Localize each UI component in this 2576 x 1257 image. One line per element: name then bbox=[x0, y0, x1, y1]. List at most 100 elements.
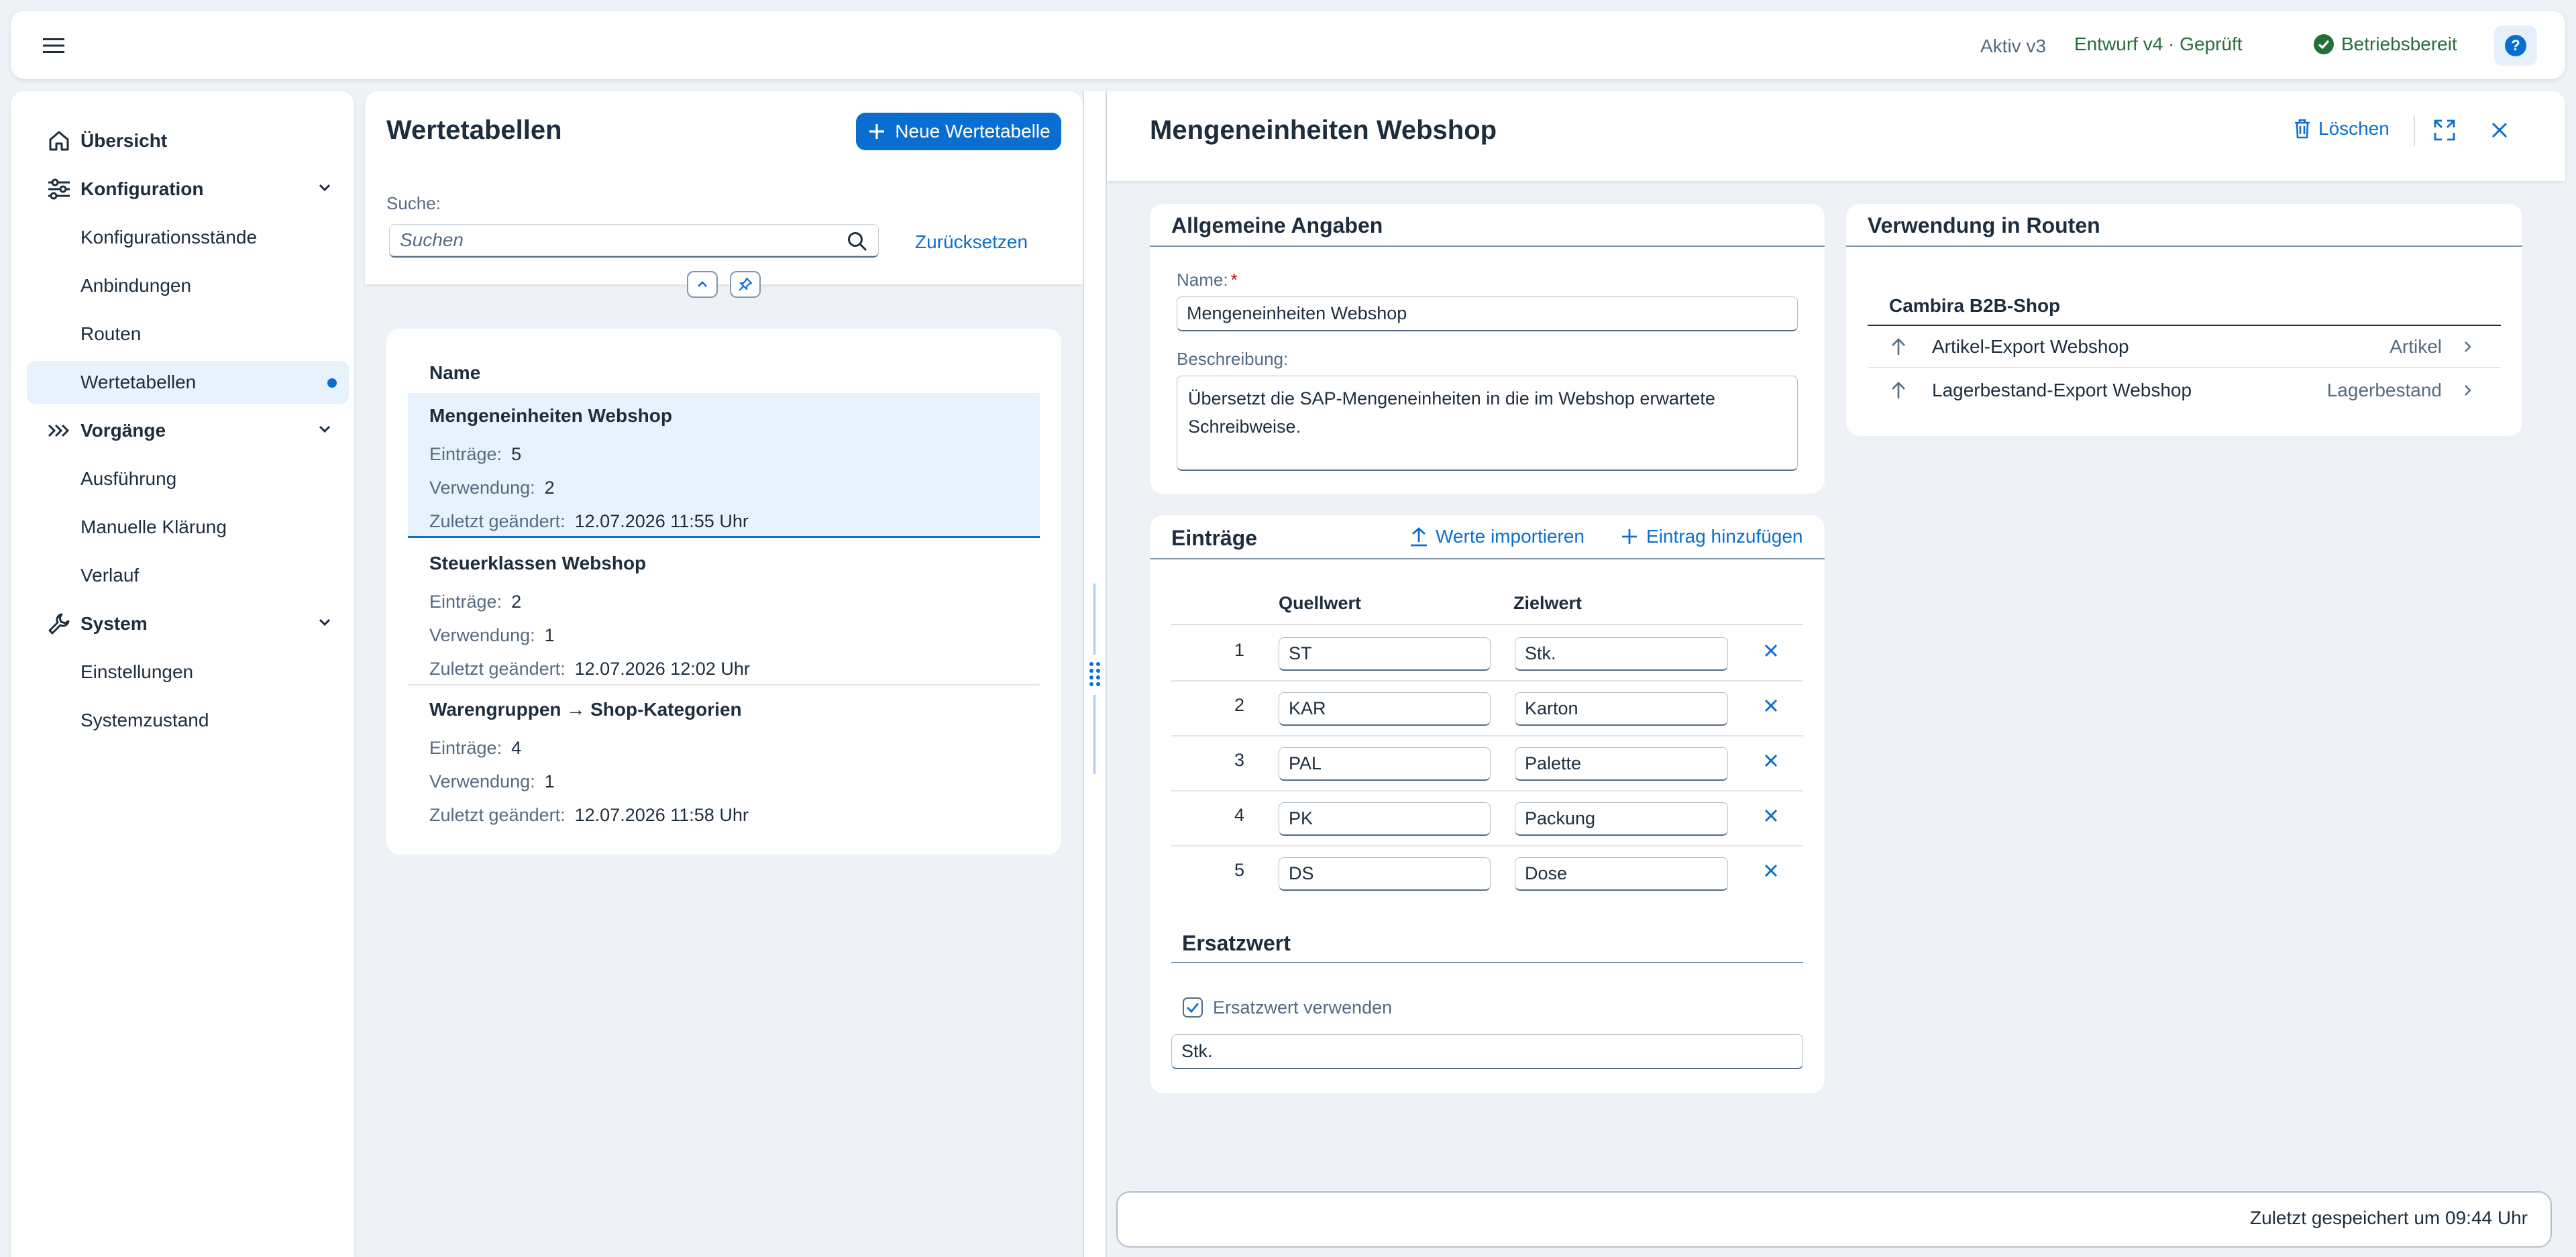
target-value-input[interactable]: Palette bbox=[1515, 747, 1728, 781]
list-item[interactable]: Steuerklassen Webshop Einträge: 2 Verwend… bbox=[408, 541, 1040, 686]
route-usage-title: Verwendung in Routen bbox=[1868, 213, 2100, 237]
nav-label-configuration: Konfiguration bbox=[80, 178, 204, 199]
usage-route-row[interactable]: Artikel-Export Webshop Artikel bbox=[1868, 327, 2501, 368]
table-header-divider bbox=[1171, 624, 1803, 625]
entry-number: 3 bbox=[1234, 750, 1245, 770]
usage-route-category: Artikel bbox=[2390, 336, 2442, 357]
last-saved-text: Zuletzt gespeichert um 09:44 Uhr bbox=[2250, 1207, 2528, 1228]
help-button[interactable]: ? bbox=[2494, 25, 2537, 66]
list-item-title: Steuerklassen Webshop bbox=[429, 553, 647, 573]
upload-icon bbox=[1409, 526, 1429, 547]
target-value-input[interactable]: Stk. bbox=[1515, 637, 1728, 671]
import-values-label: Werte importieren bbox=[1436, 526, 1585, 547]
side-navigation: Übersicht Konfiguration Konfigurationsst… bbox=[11, 91, 354, 1257]
search-input[interactable]: Suchen bbox=[389, 224, 879, 258]
nav-item-system[interactable]: System bbox=[27, 602, 349, 645]
nav-label-system: System bbox=[80, 613, 148, 634]
use-fallback-checkbox[interactable]: Ersatzwert verwenden bbox=[1182, 997, 1392, 1018]
target-value-input[interactable]: Dose bbox=[1515, 857, 1728, 891]
source-value-input[interactable]: PK bbox=[1279, 802, 1491, 836]
delete-entry-icon[interactable] bbox=[1762, 751, 1780, 770]
list-item[interactable]: Mengeneinheiten Webshop Einträge: 5 Verwe… bbox=[408, 393, 1040, 538]
entry-number: 2 bbox=[1234, 695, 1245, 715]
search-icon[interactable] bbox=[847, 231, 868, 252]
table-row: 3 PAL Palette bbox=[1171, 736, 1803, 791]
status-active-version: Aktiv v3 bbox=[1980, 36, 2047, 56]
nav-item-settings[interactable]: Einstellungen bbox=[27, 651, 349, 694]
fallback-value-input[interactable]: Stk. bbox=[1171, 1034, 1803, 1069]
collapse-header-button[interactable] bbox=[687, 271, 718, 298]
column-header-source: Quellwert bbox=[1279, 593, 1362, 613]
menu-icon[interactable] bbox=[40, 32, 67, 59]
nav-item-overview[interactable]: Übersicht bbox=[27, 119, 349, 162]
section-divider bbox=[1171, 962, 1803, 963]
section-divider bbox=[1150, 245, 1825, 247]
table-row: 5 DS Dose bbox=[1171, 846, 1803, 901]
description-field[interactable]: Übersetzt die SAP-Mengeneinheiten in die… bbox=[1177, 376, 1798, 471]
fallback-title: Ersatzwert bbox=[1182, 931, 1291, 955]
process-flow-icon bbox=[46, 417, 72, 444]
arrow-up-icon bbox=[1889, 380, 1908, 401]
name-field[interactable]: Mengeneinheiten Webshop bbox=[1177, 296, 1798, 331]
settings-sliders-icon bbox=[46, 176, 72, 203]
drag-handle-icon[interactable] bbox=[1087, 660, 1103, 690]
delete-entry-icon[interactable] bbox=[1762, 696, 1780, 715]
list-item-usage: Verwendung: 1 bbox=[429, 771, 555, 791]
splitter-line bbox=[1093, 584, 1095, 655]
status-ready: Betriebsbereit bbox=[2313, 34, 2457, 55]
group-divider bbox=[1868, 325, 2501, 326]
nav-item-configuration[interactable]: Konfiguration bbox=[27, 168, 349, 211]
pin-header-button[interactable] bbox=[730, 271, 761, 298]
svg-text:?: ? bbox=[2511, 37, 2520, 54]
list-item[interactable]: Warengruppen → Shop-Kategorien Einträge:… bbox=[408, 687, 1040, 832]
delete-entry-icon[interactable] bbox=[1762, 806, 1780, 825]
delete-button[interactable]: Löschen bbox=[2293, 118, 2390, 140]
splitter-line bbox=[1093, 695, 1095, 774]
nav-item-processes[interactable]: Vorgänge bbox=[27, 409, 349, 452]
section-divider bbox=[1846, 245, 2522, 247]
close-icon[interactable] bbox=[2489, 119, 2510, 141]
nav-item-history[interactable]: Verlauf bbox=[27, 554, 349, 597]
new-value-table-button[interactable]: Neue Wertetabelle bbox=[856, 113, 1061, 150]
home-icon bbox=[46, 127, 72, 154]
nav-item-execution[interactable]: Ausführung bbox=[27, 457, 349, 500]
source-value-input[interactable]: KAR bbox=[1279, 692, 1491, 726]
status-ready-label: Betriebsbereit bbox=[2341, 34, 2457, 54]
table-row: 2 KAR Karton bbox=[1171, 681, 1803, 736]
delete-entry-icon[interactable] bbox=[1762, 641, 1780, 660]
import-values-button[interactable]: Werte importieren bbox=[1409, 526, 1585, 547]
target-value-input[interactable]: Packung bbox=[1515, 802, 1728, 836]
nav-item-config-states[interactable]: Konfigurationsstände bbox=[27, 216, 349, 259]
usage-route-row[interactable]: Lagerbestand-Export Webshop Lagerbestand bbox=[1868, 370, 2501, 411]
section-divider bbox=[1150, 558, 1825, 559]
nav-item-system-health[interactable]: Systemzustand bbox=[27, 699, 349, 742]
source-value-input[interactable]: ST bbox=[1279, 637, 1491, 671]
add-entry-button[interactable]: Eintrag hinzufügen bbox=[1619, 526, 1803, 547]
nav-item-routes[interactable]: Routen bbox=[27, 313, 349, 356]
checkbox-checked-icon bbox=[1182, 997, 1203, 1018]
delete-entry-icon[interactable] bbox=[1762, 861, 1780, 880]
list-item-changed: Zuletzt geändert: 12.07.2026 11:58 Uhr bbox=[429, 805, 749, 825]
nav-item-manual-clarification[interactable]: Manuelle Klärung bbox=[27, 506, 349, 549]
add-entry-label: Eintrag hinzufügen bbox=[1646, 526, 1803, 547]
list-item-changed: Zuletzt geändert: 12.07.2026 12:02 Uhr bbox=[429, 659, 750, 679]
status-draft-version: Entwurf v4 · Geprüft bbox=[2074, 34, 2243, 54]
target-value-input[interactable]: Karton bbox=[1515, 692, 1728, 726]
list-title: Wertetabellen bbox=[386, 115, 562, 145]
table-row: 4 PK Packung bbox=[1171, 791, 1803, 846]
nav-item-value-tables[interactable]: Wertetabellen bbox=[27, 361, 349, 404]
fullscreen-icon[interactable] bbox=[2432, 118, 2457, 142]
nav-item-connections[interactable]: Anbindungen bbox=[27, 264, 349, 307]
source-value-input[interactable]: DS bbox=[1279, 857, 1491, 891]
trash-icon bbox=[2293, 118, 2312, 140]
delete-label: Löschen bbox=[2318, 118, 2390, 139]
list-item-title: Warengruppen → Shop-Kategorien bbox=[429, 699, 742, 720]
source-value-input[interactable]: PAL bbox=[1279, 747, 1491, 781]
table-row: 1 ST Stk. bbox=[1171, 626, 1803, 681]
entries-title: Einträge bbox=[1171, 526, 1258, 550]
entry-number: 4 bbox=[1234, 805, 1245, 825]
usage-route-name: Lagerbestand-Export Webshop bbox=[1932, 380, 2192, 400]
reset-link[interactable]: Zurücksetzen bbox=[915, 231, 1028, 253]
entry-number: 5 bbox=[1234, 860, 1245, 880]
chevron-right-icon bbox=[2461, 339, 2474, 355]
